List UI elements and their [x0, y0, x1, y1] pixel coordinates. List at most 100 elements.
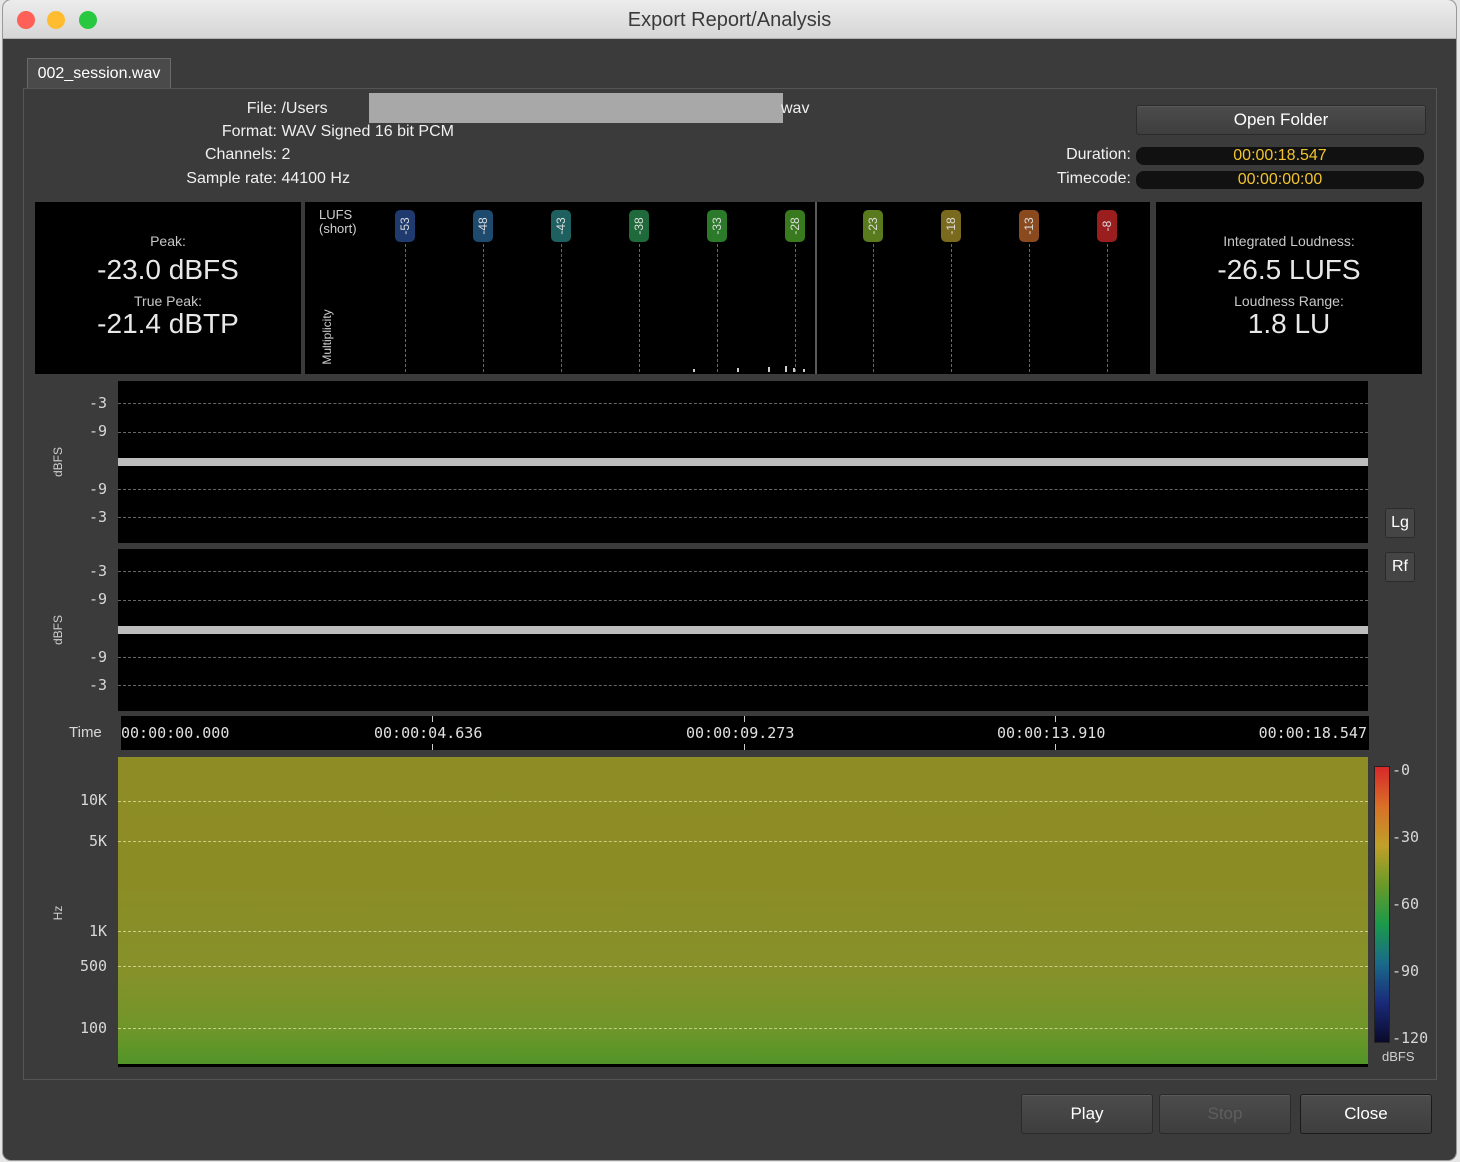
rf-button[interactable]: Rf [1385, 552, 1415, 582]
wave2-tick-4: -3 [89, 676, 108, 694]
histogram-marker-label: -28 [788, 217, 802, 235]
histogram-marker-line [717, 244, 718, 372]
spec-ylabel: Hz [51, 905, 65, 921]
file-value-suffix: wav [781, 100, 810, 117]
histogram-marker-label: -8 [1100, 220, 1114, 232]
waveform-trace [118, 626, 1368, 634]
histogram-marker-line [405, 244, 406, 372]
histogram-marker: -18 [941, 210, 961, 242]
spec-tick-100: 100 [80, 1019, 108, 1037]
histogram-title-line1: LUFS [319, 207, 353, 222]
spec-tick-500: 500 [80, 957, 108, 975]
export-report-window: Export Report/Analysis 002_session.wav F… [3, 0, 1456, 1160]
spec-tick-10k: 10K [80, 791, 108, 809]
format-label: Format: [221, 123, 277, 140]
duration-label: Duration: [1066, 146, 1131, 163]
channels-row: Channels: 2 [3, 146, 290, 164]
lufs-histogram: LUFS (short) Multiplicity -53 -48 -43 -38 -3… [305, 202, 1150, 374]
histogram-marker-line [1029, 244, 1030, 372]
file-value-prefix: /Users [281, 100, 328, 117]
peak-label: Peak: [150, 233, 186, 249]
time-tick-3: 00:00:13.910 [997, 724, 1106, 742]
histogram-marker-line [561, 244, 562, 372]
histogram-marker-line [951, 244, 952, 372]
histogram-marker-label: -18 [944, 217, 958, 235]
histogram-divider [815, 202, 817, 374]
timeline-bar[interactable]: 00:00:00.000 00:00:04.636 00:00:09.273 0… [121, 716, 1369, 750]
wave2-tick-1: -3 [89, 562, 108, 580]
integrated-loudness-value: -26.5 LUFS [1217, 254, 1361, 285]
wave1-tick-2: -9 [89, 422, 108, 440]
spectrogram [118, 757, 1368, 1067]
histogram-marker-label: -23 [866, 217, 880, 235]
file-row: File: /Users [3, 100, 328, 118]
histogram-marker-line [873, 244, 874, 372]
loudness-range-label: Loudness Range: [1234, 293, 1344, 309]
histogram-marker-label: -38 [632, 217, 646, 235]
time-tick-4: 00:00:18.547 [1258, 724, 1367, 742]
wave1-tick-1: -3 [89, 394, 108, 412]
redacted-path [369, 93, 783, 123]
file-label: File: [246, 100, 277, 117]
close-button[interactable]: Close [1300, 1094, 1432, 1134]
loudness-panel: Integrated Loudness: -26.5 LUFS Loudness… [1156, 202, 1422, 374]
peak-panel: Peak: -23.0 dBFS True Peak: -21.4 dBTP [35, 202, 301, 374]
wave1-tick-3: -9 [89, 480, 108, 498]
peak-value: -23.0 dBFS [97, 254, 239, 285]
timecode-field: 00:00:00:00 [1136, 171, 1424, 189]
histogram-bars [693, 366, 813, 372]
spec-tick-1k: 1K [89, 922, 108, 940]
time-tick-1: 00:00:04.636 [374, 724, 483, 742]
histogram-marker-line [639, 244, 640, 372]
histogram-title: LUFS (short) [319, 208, 357, 236]
histogram-marker-label: -48 [476, 217, 490, 235]
channels-label: Channels: [204, 146, 277, 163]
wave2-tick-3: -9 [89, 648, 108, 666]
duration-field: 00:00:18.547 [1136, 147, 1424, 165]
colorbar-tick-30: -30 [1392, 828, 1420, 846]
histogram-ylabel: Multiplicity [320, 309, 334, 365]
format-value: WAV Signed 16 bit PCM [281, 123, 454, 140]
true-peak-label: True Peak: [134, 293, 202, 309]
histogram-marker-label: -33 [710, 217, 724, 235]
time-tick-0: 00:00:00.000 [121, 724, 230, 742]
histogram-marker-label: -13 [1022, 217, 1036, 235]
integrated-loudness-label: Integrated Loudness: [1223, 233, 1355, 249]
colorbar-tick-60: -60 [1392, 895, 1420, 913]
histogram-marker: -43 [551, 210, 571, 242]
histogram-marker: -38 [629, 210, 649, 242]
colorbar-tick-120: -120 [1392, 1029, 1429, 1047]
histogram-marker: -8 [1097, 210, 1117, 242]
wave1-tick-4: -3 [89, 508, 108, 526]
spec-tick-5k: 5K [89, 832, 108, 850]
title-bar: Export Report/Analysis [3, 0, 1456, 39]
histogram-marker: -28 [785, 210, 805, 242]
wave1-ylabel: dBFS [51, 447, 65, 478]
samplerate-row: Sample rate: 44100 Hz [3, 170, 350, 188]
stop-button[interactable]: Stop [1159, 1094, 1291, 1134]
histogram-marker: -33 [707, 210, 727, 242]
colorbar-tick-0: -0 [1392, 761, 1411, 779]
format-row: Format: WAV Signed 16 bit PCM [3, 123, 454, 141]
open-folder-button[interactable]: Open Folder [1136, 105, 1426, 135]
play-button[interactable]: Play [1021, 1094, 1153, 1134]
waveform-channel-1 [118, 381, 1368, 543]
histogram-marker-line [483, 244, 484, 372]
histogram-marker-label: -53 [398, 217, 412, 235]
wave2-ylabel: dBFS [51, 615, 65, 646]
histogram-marker: -13 [1019, 210, 1039, 242]
waveform-channel-2 [118, 549, 1368, 711]
wave2-tick-2: -9 [89, 590, 108, 608]
histogram-marker: -48 [473, 210, 493, 242]
histogram-marker-line [1107, 244, 1108, 372]
window-title: Export Report/Analysis [627, 9, 832, 31]
colorbar-unit: dBFS [1382, 1049, 1415, 1064]
loudness-range-value: 1.8 LU [1247, 308, 1331, 339]
lg-button[interactable]: Lg [1385, 508, 1415, 538]
true-peak-value: -21.4 dBTP [97, 308, 239, 339]
waveform-trace [118, 458, 1368, 466]
samplerate-value: 44100 Hz [281, 170, 350, 187]
histogram-title-line2: (short) [319, 221, 357, 236]
histogram-marker-label: -43 [554, 217, 568, 235]
tab-file[interactable]: 002_session.wav [27, 58, 171, 89]
